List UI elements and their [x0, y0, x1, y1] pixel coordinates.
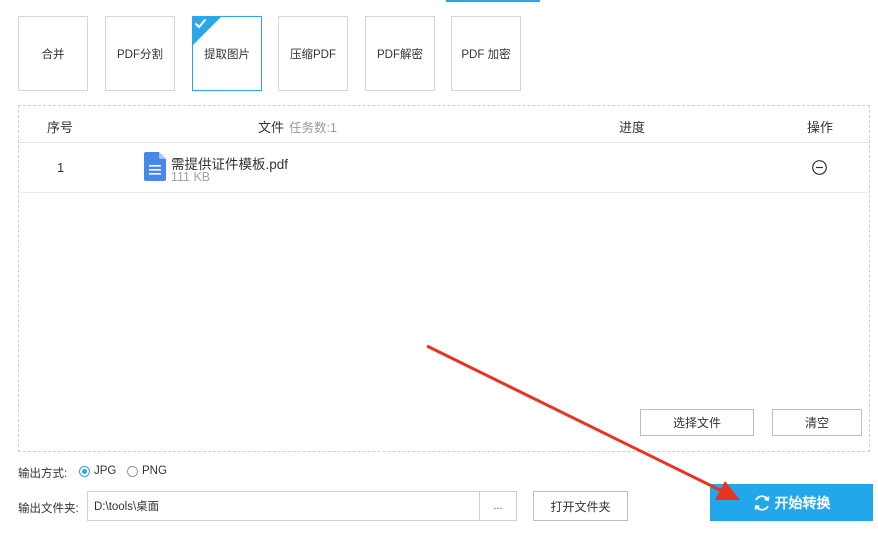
tab-label: 提取图片: [204, 48, 250, 61]
header-task-count: 任务数:1: [289, 121, 337, 135]
table-row[interactable]: 1 需提供证件模板.pdf 111 KB: [19, 143, 869, 193]
tab-extract-images[interactable]: 提取图片: [192, 16, 262, 91]
check-icon: [192, 16, 222, 46]
remove-icon[interactable]: [811, 159, 828, 176]
header-action: 操作: [807, 120, 834, 135]
top-accent-line: [446, 0, 540, 2]
radio-png-label[interactable]: PNG: [142, 465, 167, 477]
tab-pdf-decrypt[interactable]: PDF解密: [365, 16, 435, 91]
header-index: 序号: [47, 120, 74, 135]
radio-jpg-label[interactable]: JPG: [94, 465, 116, 477]
file-list-panel: 序号 文件 任务数:1 进度 操作 1 需提供证件模板.pdf 111 KB 选…: [18, 105, 870, 452]
select-files-button[interactable]: 选择文件: [640, 409, 754, 436]
tab-compress-pdf[interactable]: 压缩PDF: [278, 16, 348, 91]
tab-label: PDF 加密: [461, 48, 511, 61]
tab-label: PDF分割: [117, 48, 163, 61]
table-header: 序号 文件 任务数:1 进度 操作: [19, 106, 869, 143]
start-convert-button[interactable]: 开始转换: [710, 484, 873, 521]
tab-merge[interactable]: 合并: [18, 16, 88, 91]
tab-label: PDF解密: [377, 48, 423, 61]
browse-button[interactable]: ...: [479, 491, 517, 521]
output-folder-label: 输出文件夹:: [18, 503, 79, 515]
tab-label: 压缩PDF: [290, 48, 336, 61]
header-progress: 进度: [619, 120, 646, 135]
clear-button[interactable]: 清空: [772, 409, 862, 436]
tab-pdf-encrypt[interactable]: PDF 加密: [451, 16, 521, 91]
tab-label: 合并: [41, 48, 65, 61]
start-button-label: 开始转换: [774, 494, 831, 511]
radio-png[interactable]: [127, 466, 138, 477]
refresh-icon: [754, 494, 769, 511]
output-folder-input[interactable]: [87, 491, 480, 521]
open-folder-button[interactable]: 打开文件夹: [533, 491, 628, 521]
output-format-label: 输出方式:: [18, 468, 68, 480]
document-icon: [144, 152, 166, 181]
tab-pdf-split[interactable]: PDF分割: [105, 16, 175, 91]
radio-jpg[interactable]: [79, 466, 90, 477]
row-index: 1: [57, 160, 65, 175]
file-size: 111 KB: [171, 170, 211, 184]
header-file: 文件: [258, 120, 285, 135]
